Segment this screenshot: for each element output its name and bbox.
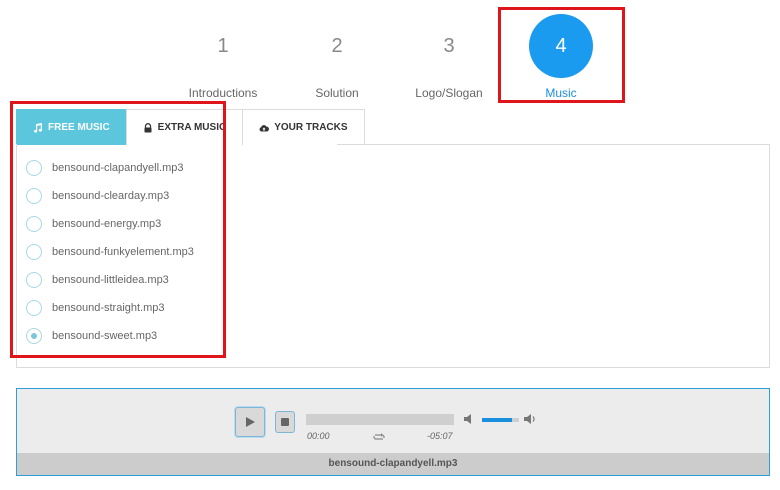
volume-mute-icon[interactable] <box>463 413 475 425</box>
track-name: bensound-clapandyell.mp3 <box>52 162 184 174</box>
track-radio[interactable] <box>26 328 42 344</box>
tab-label: FREE MUSIC <box>48 122 110 133</box>
tab-your-tracks[interactable]: YOUR TRACKS <box>242 109 365 145</box>
track-item[interactable]: bensound-clapandyell.mp3 <box>26 154 216 182</box>
track-name: bensound-littleidea.mp3 <box>52 274 169 286</box>
stop-button[interactable] <box>275 411 295 433</box>
step-label: Solution <box>315 86 359 100</box>
step-logo-slogan[interactable]: 3 Logo/Slogan <box>399 14 499 100</box>
music-note-icon <box>33 122 43 133</box>
track-radio[interactable] <box>26 272 42 288</box>
track-item[interactable]: bensound-straight.mp3 <box>26 294 216 322</box>
track-name: bensound-energy.mp3 <box>52 218 162 230</box>
audio-player: 00:00 -05:07 bensound-clapandyell.mp3 <box>16 388 770 476</box>
track-radio[interactable] <box>26 244 42 260</box>
volume-slider[interactable] <box>482 418 519 422</box>
volume-max-icon[interactable] <box>523 413 537 425</box>
step-music[interactable]: 4 Music <box>511 14 611 100</box>
tab-label: EXTRA MUSIC <box>157 122 227 133</box>
track-item[interactable]: bensound-littleidea.mp3 <box>26 266 216 294</box>
step-solution[interactable]: 2 Solution <box>287 14 387 100</box>
wizard-steps: 1 Introductions 2 Solution 3 Logo/Slogan… <box>0 0 780 104</box>
track-list: bensound-clapandyell.mp3 bensound-cleard… <box>26 154 216 350</box>
track-item[interactable]: bensound-clearday.mp3 <box>26 182 216 210</box>
track-radio[interactable] <box>26 160 42 176</box>
track-name: bensound-clearday.mp3 <box>52 190 170 202</box>
track-name: bensound-straight.mp3 <box>52 302 165 314</box>
tab-label: YOUR TRACKS <box>274 122 348 133</box>
tab-free-music[interactable]: FREE MUSIC <box>16 109 127 145</box>
volume-level <box>482 418 512 422</box>
track-radio[interactable] <box>26 300 42 316</box>
track-name: bensound-funkyelement.mp3 <box>52 246 194 258</box>
play-icon <box>246 417 255 427</box>
step-label: Logo/Slogan <box>415 86 483 100</box>
cloud-upload-icon <box>259 123 270 133</box>
music-tabs: FREE MUSIC EXTRA MUSIC YOUR TRACKS <box>16 109 365 145</box>
duration-time: -05:07 <box>427 431 453 441</box>
track-item[interactable]: bensound-energy.mp3 <box>26 210 216 238</box>
track-item[interactable]: bensound-funkyelement.mp3 <box>26 238 216 266</box>
step-number: 3 <box>443 35 455 57</box>
step-label: Music <box>545 86 577 100</box>
play-button[interactable] <box>235 407 265 437</box>
step-label: Introductions <box>188 86 258 100</box>
now-playing-title: bensound-clapandyell.mp3 <box>17 453 769 475</box>
stop-icon <box>281 418 289 426</box>
step-number: 2 <box>331 35 343 57</box>
lock-icon <box>143 122 153 133</box>
track-radio[interactable] <box>26 216 42 232</box>
step-number: 1 <box>217 35 229 57</box>
current-time: 00:00 <box>307 431 330 441</box>
track-name: bensound-sweet.mp3 <box>52 330 158 342</box>
track-item[interactable]: bensound-sweet.mp3 <box>26 322 216 350</box>
progress-bar[interactable] <box>306 414 454 425</box>
repeat-icon[interactable] <box>372 431 386 443</box>
tab-extra-music[interactable]: EXTRA MUSIC <box>125 109 244 145</box>
step-number: 4 <box>529 14 593 78</box>
track-radio[interactable] <box>26 188 42 204</box>
step-introductions[interactable]: 1 Introductions <box>173 14 273 100</box>
